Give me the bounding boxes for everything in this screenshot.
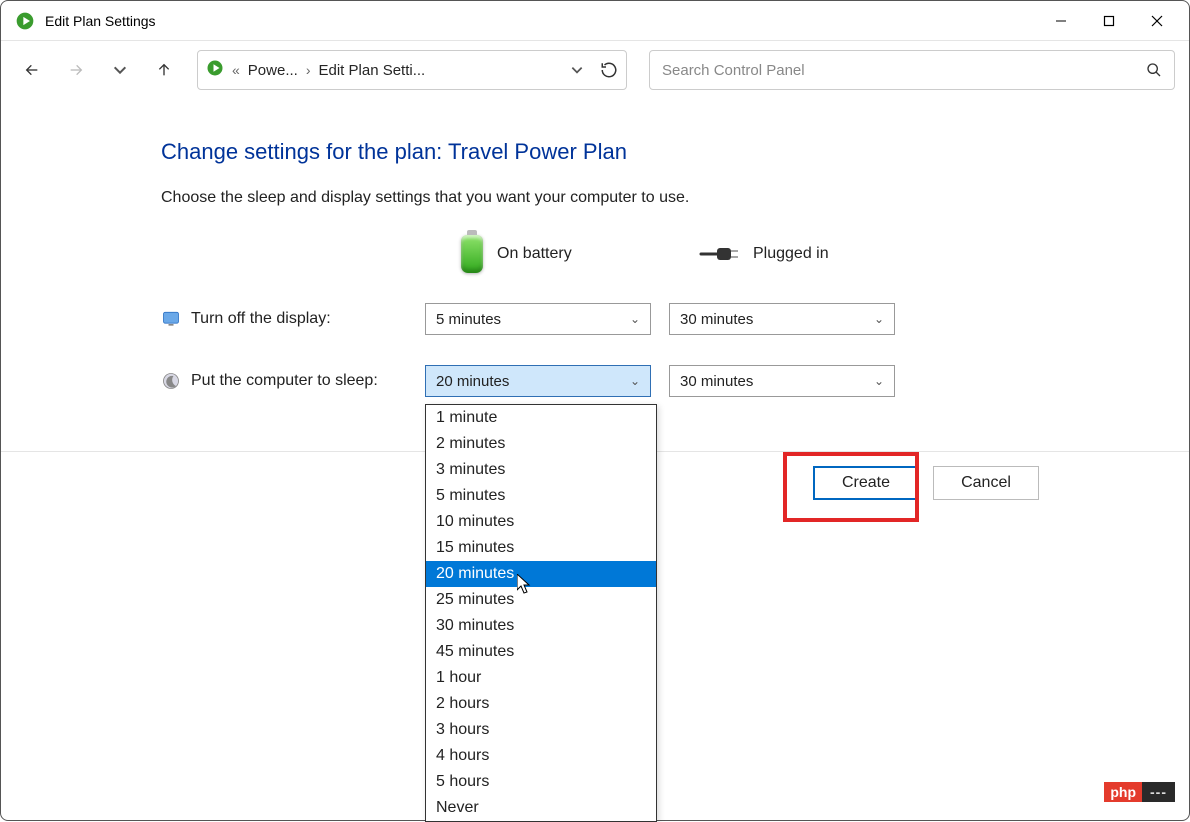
titlebar: Edit Plan Settings xyxy=(1,1,1189,41)
battery-column-header: On battery xyxy=(425,235,663,273)
nav-row: « Powe... › Edit Plan Setti... xyxy=(1,41,1189,99)
dropdown-option[interactable]: 1 minute xyxy=(426,405,656,431)
create-button-label: Create xyxy=(842,474,890,492)
dropdown-option[interactable]: 5 minutes xyxy=(426,483,656,509)
sleep-plugged-combo[interactable]: 30 minutes ⌄ xyxy=(669,365,895,397)
display-row-label: Turn off the display: xyxy=(191,310,331,328)
dropdown-option[interactable]: 20 minutes xyxy=(426,561,656,587)
dropdown-option[interactable]: 2 minutes xyxy=(426,431,656,457)
plug-icon xyxy=(699,245,739,263)
up-button[interactable] xyxy=(147,53,181,87)
chevron-down-icon: ⌄ xyxy=(630,312,640,326)
plugged-label: Plugged in xyxy=(753,245,829,263)
battery-icon xyxy=(461,235,483,273)
page-heading: Change settings for the plan: Travel Pow… xyxy=(161,139,1139,165)
app-icon-small xyxy=(206,59,224,81)
window-controls xyxy=(1037,1,1181,41)
dropdown-option[interactable]: 4 hours xyxy=(426,743,656,769)
search-icon xyxy=(1146,62,1162,78)
dropdown-option[interactable]: 1 hour xyxy=(426,665,656,691)
sleep-icon xyxy=(161,371,181,391)
combo-value: 30 minutes xyxy=(680,311,753,328)
cancel-button[interactable]: Cancel xyxy=(933,466,1039,500)
dropdown-option[interactable]: 3 hours xyxy=(426,717,656,743)
content-area: Change settings for the plan: Travel Pow… xyxy=(1,99,1189,397)
dropdown-option[interactable]: 15 minutes xyxy=(426,535,656,561)
forward-button[interactable] xyxy=(59,53,93,87)
display-icon xyxy=(161,309,181,329)
breadcrumb-item[interactable]: Powe... xyxy=(248,62,298,79)
search-input[interactable] xyxy=(662,62,1146,79)
sleep-battery-dropdown-list[interactable]: 1 minute2 minutes3 minutes5 minutes10 mi… xyxy=(425,404,657,822)
combo-value: 5 minutes xyxy=(436,311,501,328)
close-button[interactable] xyxy=(1133,1,1181,41)
watermark: php --- xyxy=(1104,782,1175,802)
chevron-down-icon[interactable] xyxy=(570,63,584,77)
mouse-cursor-icon xyxy=(517,574,533,599)
app-icon xyxy=(15,11,35,31)
window-title: Edit Plan Settings xyxy=(45,13,1037,29)
dropdown-option[interactable]: 3 minutes xyxy=(426,457,656,483)
dropdown-option[interactable]: 30 minutes xyxy=(426,613,656,639)
cancel-button-label: Cancel xyxy=(961,474,1011,492)
create-button[interactable]: Create xyxy=(813,466,919,500)
combo-value: 30 minutes xyxy=(680,373,753,390)
page-subtext: Choose the sleep and display settings th… xyxy=(161,189,1139,207)
dropdown-option[interactable]: Never xyxy=(426,795,656,821)
breadcrumb-chevron-icon: › xyxy=(304,62,313,78)
battery-label: On battery xyxy=(497,245,572,263)
search-bar[interactable] xyxy=(649,50,1175,90)
chevron-down-icon: ⌄ xyxy=(874,374,884,388)
plugged-column-header: Plugged in xyxy=(663,245,901,263)
breadcrumb-chevron-icon: « xyxy=(230,62,242,78)
history-dropdown[interactable] xyxy=(103,53,137,87)
display-battery-combo[interactable]: 5 minutes ⌄ xyxy=(425,303,651,335)
dropdown-option[interactable]: 2 hours xyxy=(426,691,656,717)
sleep-battery-combo[interactable]: 20 minutes ⌄ xyxy=(425,365,651,397)
minimize-button[interactable] xyxy=(1037,1,1085,41)
dropdown-option[interactable]: 5 hours xyxy=(426,769,656,795)
sleep-timeout-row: Put the computer to sleep: 20 minutes ⌄ … xyxy=(161,365,1139,397)
combo-value: 20 minutes xyxy=(436,373,509,390)
dropdown-option[interactable]: 45 minutes xyxy=(426,639,656,665)
address-bar[interactable]: « Powe... › Edit Plan Setti... xyxy=(197,50,627,90)
refresh-icon[interactable] xyxy=(600,61,618,79)
watermark-text: php xyxy=(1104,782,1142,802)
dropdown-option[interactable]: 25 minutes xyxy=(426,587,656,613)
maximize-button[interactable] xyxy=(1085,1,1133,41)
display-plugged-combo[interactable]: 30 minutes ⌄ xyxy=(669,303,895,335)
sleep-row-label: Put the computer to sleep: xyxy=(191,372,378,390)
footer-buttons: Create Cancel xyxy=(813,466,1039,500)
column-headers: On battery Plugged in xyxy=(161,235,1139,273)
back-button[interactable] xyxy=(15,53,49,87)
watermark-text: --- xyxy=(1142,782,1175,802)
breadcrumb-item[interactable]: Edit Plan Setti... xyxy=(319,62,426,79)
chevron-down-icon: ⌄ xyxy=(874,312,884,326)
dropdown-option[interactable]: 10 minutes xyxy=(426,509,656,535)
display-timeout-row: Turn off the display: 5 minutes ⌄ 30 min… xyxy=(161,303,1139,335)
chevron-down-icon: ⌄ xyxy=(630,374,640,388)
